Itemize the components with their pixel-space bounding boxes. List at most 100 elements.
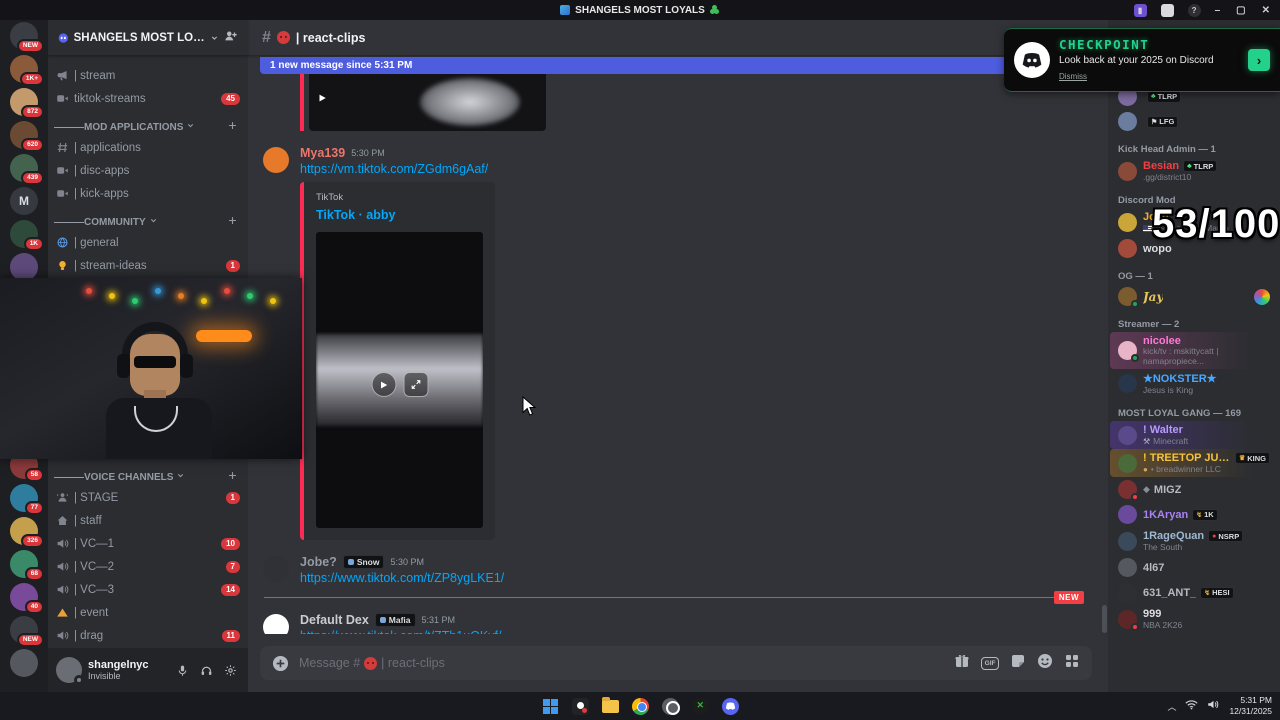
channel-item[interactable]: | disc-apps bbox=[48, 159, 248, 182]
channel-item[interactable]: | staff bbox=[48, 509, 248, 532]
add-channel-button[interactable] bbox=[227, 215, 238, 229]
emoji-icon[interactable] bbox=[1037, 653, 1053, 674]
message-link[interactable]: https://www.tiktok.com/t/ZTh1uQKyf/ bbox=[300, 629, 1084, 634]
screenshare-icon[interactable] bbox=[1160, 3, 1174, 17]
channel-item[interactable]: | stream bbox=[48, 64, 248, 87]
chrome-icon[interactable] bbox=[630, 696, 651, 717]
sticker-icon[interactable] bbox=[1010, 653, 1026, 674]
embed-title-link[interactable]: TikTok · abby bbox=[316, 208, 483, 222]
gift-icon[interactable] bbox=[954, 653, 970, 674]
member-item[interactable]: ! TREETOP JUNG...♛KING●• breadwinner LLC bbox=[1110, 449, 1278, 477]
member-item[interactable]: Jay bbox=[1110, 284, 1278, 309]
gif-icon[interactable]: GIF bbox=[981, 656, 999, 670]
channel-category[interactable]: ———MOD APPLICATIONS bbox=[48, 110, 248, 136]
channel-item[interactable]: | drag 11 bbox=[48, 624, 248, 647]
avatar[interactable] bbox=[263, 614, 289, 634]
member-item[interactable]: 631_ANT_ ↯ HESI bbox=[1110, 580, 1278, 605]
message-author[interactable]: Mya139 bbox=[300, 146, 345, 160]
server-icon[interactable]: 439 bbox=[10, 154, 44, 185]
taskbar-clock[interactable]: 5:31 PM 12/31/2025 bbox=[1229, 695, 1272, 717]
obs-icon[interactable] bbox=[660, 696, 681, 717]
channel-item[interactable]: | VC—3 14 bbox=[48, 578, 248, 601]
channel-item[interactable]: | VC—2 7 bbox=[48, 555, 248, 578]
channel-item[interactable]: tiktok-streams 45 bbox=[48, 87, 248, 110]
channel-item[interactable]: | general bbox=[48, 231, 248, 254]
help-icon[interactable]: ? bbox=[1187, 3, 1201, 17]
server-icon[interactable]: 1K bbox=[10, 220, 44, 251]
clip-video[interactable] bbox=[309, 74, 546, 131]
window-titlebar: SHANGELS MOST LOYALS ▮ ? – ▢ ✕ bbox=[0, 0, 1280, 20]
xbox-icon[interactable] bbox=[690, 696, 711, 717]
server-icon[interactable]: 326 bbox=[10, 517, 44, 548]
mention-badge: 45 bbox=[221, 92, 240, 105]
play-button[interactable] bbox=[371, 372, 396, 397]
start-button[interactable] bbox=[540, 696, 561, 717]
message-link[interactable]: https://vm.tiktok.com/ZGdm6gAaf/ bbox=[300, 162, 1084, 176]
server-icon[interactable]: NEW bbox=[10, 22, 44, 53]
checkpoint-open-button[interactable]: › bbox=[1248, 49, 1270, 71]
member-item[interactable]: 1KAryan ↯ 1K bbox=[1110, 502, 1278, 527]
server-icon[interactable] bbox=[10, 649, 38, 677]
unread-banner[interactable]: 1 new message since 5:31 PM Mark As Read bbox=[260, 57, 1092, 74]
minimize-button[interactable]: – bbox=[1215, 5, 1221, 16]
member-item[interactable]: ! Walter ⚒ Minecraft bbox=[1110, 421, 1278, 449]
server-icon[interactable]: 40 bbox=[10, 583, 44, 614]
maximize-button[interactable]: ▢ bbox=[1236, 5, 1245, 16]
server-icon[interactable]: 620 bbox=[10, 121, 44, 152]
medal-app-icon[interactable] bbox=[570, 696, 591, 717]
channel-item[interactable]: | STAGE 1 bbox=[48, 486, 248, 509]
member-item[interactable]: ◆ MIGZ bbox=[1110, 477, 1278, 502]
message-link[interactable]: https://www.tiktok.com/t/ZP8ygLKE1/ bbox=[300, 571, 1084, 585]
member-item[interactable]: Besian ♣ TLRP .gg/district10 bbox=[1110, 157, 1278, 185]
member-item[interactable]: ⚑ LFG bbox=[1110, 109, 1278, 134]
mic-icon[interactable] bbox=[172, 660, 192, 680]
channel-item[interactable]: | applications bbox=[48, 136, 248, 159]
message-input[interactable]: Message # | react-clips GIF bbox=[260, 646, 1092, 680]
volume-icon[interactable] bbox=[1207, 697, 1220, 715]
avatar[interactable] bbox=[263, 556, 289, 582]
gear-icon[interactable] bbox=[220, 660, 240, 680]
server-icon[interactable]: NEW bbox=[10, 616, 44, 647]
file-explorer-icon[interactable] bbox=[600, 696, 621, 717]
member-item[interactable]: 1RageQuan ● NSRP The South bbox=[1110, 527, 1278, 555]
member-item[interactable]: 999 NBA 2K26 bbox=[1110, 605, 1278, 633]
server-icon[interactable] bbox=[10, 253, 38, 281]
channel-item[interactable]: | stream-ideas 1 bbox=[48, 254, 248, 277]
attach-plus-icon[interactable] bbox=[272, 655, 289, 672]
tray-expand-icon[interactable]: ︿ bbox=[1167, 700, 1176, 713]
server-header[interactable]: SHANGELS MOST LOYALS bbox=[48, 20, 248, 56]
channel-item[interactable]: | VC—1 10 bbox=[48, 532, 248, 555]
server-icon[interactable]: 77 bbox=[10, 484, 44, 515]
server-icon[interactable]: 1K+ bbox=[10, 55, 44, 86]
member-item[interactable]: ★NOKSTER★ Jesus is King bbox=[1110, 369, 1278, 398]
server-icon[interactable]: 68 bbox=[10, 550, 44, 581]
dismiss-link[interactable]: Dismiss bbox=[1059, 72, 1087, 81]
titlebar-controls: ▮ ? – ▢ ✕ bbox=[1133, 0, 1280, 20]
discord-app-icon[interactable] bbox=[720, 696, 741, 717]
add-channel-button[interactable] bbox=[227, 470, 238, 484]
apps-icon[interactable] bbox=[1064, 653, 1080, 674]
close-button[interactable]: ✕ bbox=[1262, 5, 1270, 16]
server-icon[interactable]: M bbox=[10, 187, 38, 215]
server-icon[interactable]: 872 bbox=[10, 88, 44, 119]
avatar[interactable] bbox=[56, 657, 84, 685]
channel-category[interactable]: ———COMMUNITY bbox=[48, 205, 248, 231]
member-item[interactable]: nicolee kick/tv : mskittycatt | namapropi… bbox=[1110, 332, 1278, 369]
embed-video-player[interactable] bbox=[316, 232, 483, 528]
channel-item[interactable]: | event bbox=[48, 601, 248, 624]
headphones-icon[interactable] bbox=[196, 660, 216, 680]
add-channel-button[interactable] bbox=[227, 120, 238, 134]
expand-button[interactable] bbox=[403, 372, 428, 397]
channel-item[interactable]: | kick-apps bbox=[48, 182, 248, 205]
message-author[interactable]: Jobe? bbox=[300, 555, 337, 569]
member-item[interactable]: 4l67 bbox=[1110, 555, 1278, 580]
chat-scrollbar-thumb[interactable] bbox=[1102, 605, 1107, 633]
invite-members-icon[interactable] bbox=[224, 29, 238, 46]
channel-category[interactable]: ———VOICE CHANNELS bbox=[48, 460, 248, 486]
member-name: ★NOKSTER★ bbox=[1143, 373, 1217, 385]
message-author[interactable]: Default Dex bbox=[300, 613, 369, 627]
avatar[interactable] bbox=[263, 147, 289, 173]
wifi-icon[interactable] bbox=[1185, 697, 1199, 715]
activity-icon[interactable]: ▮ bbox=[1133, 3, 1147, 17]
checkpoint-banner[interactable]: CHECKPOINT Look back at your 2025 on Dis… bbox=[1004, 28, 1280, 92]
